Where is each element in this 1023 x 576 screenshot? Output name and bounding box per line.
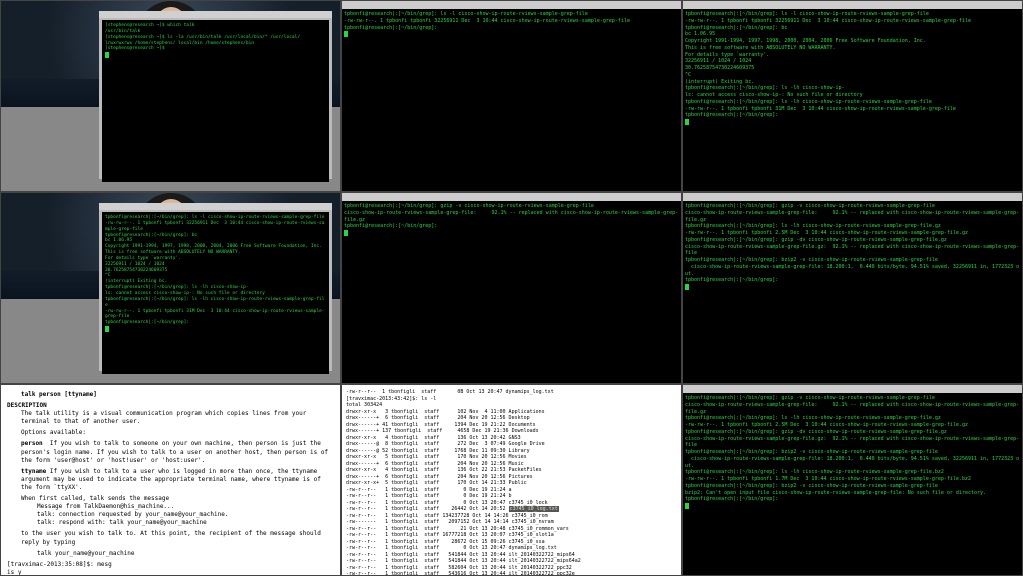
- terminal-output: tpbonfi@research|:[~/bin/grep]: gzip -v …: [685, 395, 1020, 503]
- cursor-icon: [105, 52, 109, 58]
- cursor-icon: [685, 119, 689, 125]
- list-item: -rw-r--r-- 1 tbonfigli staff 543616 Oct …: [346, 571, 677, 576]
- terminal-output: [stephens@research ~]$ which talk /usr/b…: [105, 23, 326, 52]
- cursor-icon: [685, 503, 689, 509]
- window-titlebar[interactable]: [99, 203, 332, 210]
- terminal-output: tpbonfi@research|:[~/bin/grep]: gzip -v …: [344, 203, 679, 230]
- mini-terminal-2[interactable]: tpbonfi@research|:[~/bin/grep]: ls -l ci…: [99, 203, 332, 371]
- ls-header: -rw-r--r-- 1 tbonfigli staff 0B Oct 13 2…: [346, 389, 677, 409]
- cursor-icon: [344, 230, 348, 236]
- terminal-b[interactable]: tpbonfi@research|:[~/bin/grep]: ls -l ci…: [341, 0, 682, 192]
- ls-rows: drwxr-xr-x 3 tbonfigli staff 102 Nov 4 1…: [346, 409, 677, 576]
- window-titlebar[interactable]: [683, 193, 1022, 201]
- window-titlebar[interactable]: [683, 1, 1022, 9]
- window-titlebar[interactable]: [342, 1, 681, 9]
- man-options-hdr: Options available:: [21, 429, 334, 437]
- cursor-icon: [105, 326, 109, 332]
- ls-listing-panel[interactable]: -rw-r--r-- 1 tbonfigli staff 0B Oct 13 2…: [341, 384, 682, 576]
- window-titlebar[interactable]: [99, 11, 332, 18]
- terminal-c[interactable]: tpbonfi@research|:[~/bin/grep]: ls -l ci…: [682, 0, 1023, 192]
- manpage-panel[interactable]: talk person [ttyname] DESCRIPTION The ta…: [0, 384, 341, 576]
- man-syntax: talk person [ttyname]: [21, 391, 334, 399]
- terminal-i[interactable]: tpbonfi@research|:[~/bin/grep]: gzip -v …: [682, 384, 1023, 576]
- cursor-icon: [344, 31, 348, 37]
- cursor-icon: [685, 284, 689, 290]
- terminal-e[interactable]: tpbonfi@research|:[~/bin/grep]: gzip -v …: [341, 192, 682, 384]
- man-desc-hdr: DESCRIPTION: [7, 402, 334, 410]
- terminal-output: tpbonfi@research|:[~/bin/grep]: ls -l ci…: [105, 215, 326, 326]
- terminal-f[interactable]: tpbonfi@research|:[~/bin/grep]: gzip -v …: [682, 192, 1023, 384]
- terminal-bottom: [travximac-2013:35:08]$: mesg is y [trav…: [7, 561, 334, 576]
- panel-ine-1: //INE [stephens@research ~]$ which talk …: [0, 0, 341, 192]
- terminal-output: tpbonfi@research|:[~/bin/grep]: ls -l ci…: [344, 11, 679, 31]
- man-desc-body: The talk utility is a visual communicati…: [21, 410, 334, 426]
- window-titlebar[interactable]: [342, 193, 681, 201]
- window-titlebar[interactable]: [683, 385, 1022, 393]
- terminal-output: tpbonfi@research|:[~/bin/grep]: gzip -v …: [685, 203, 1020, 284]
- panel-ine-2: //INE tpbonfi@research|:[~/bin/grep]: ls…: [0, 192, 341, 384]
- terminal-output: tpbonfi@research|:[~/bin/grep]: ls -l ci…: [685, 11, 1020, 119]
- mini-terminal-1[interactable]: [stephens@research ~]$ which talk /usr/b…: [99, 11, 332, 179]
